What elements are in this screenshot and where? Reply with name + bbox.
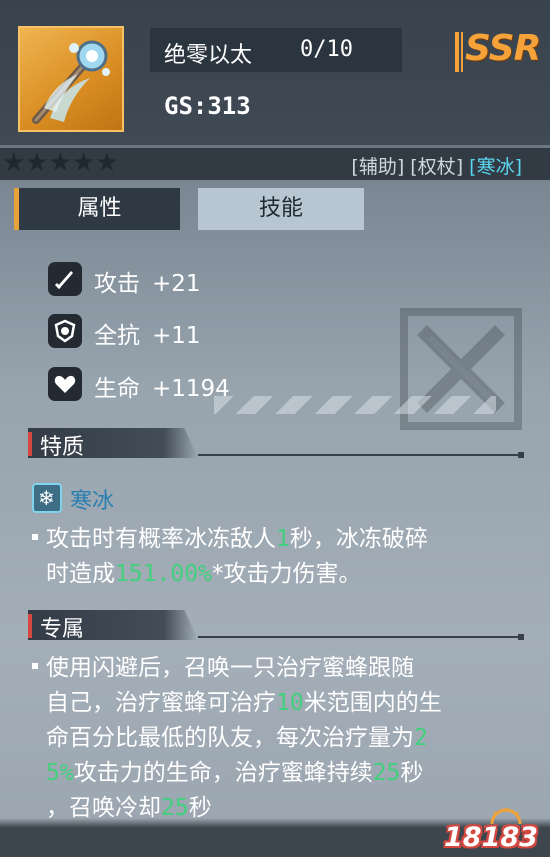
- exclusive-section-title: 专属: [40, 617, 85, 642]
- trait-text-d: *攻击力伤害。: [211, 561, 362, 587]
- trait-text-c: 时造成: [46, 561, 115, 587]
- exclusive-heal-percent-a: 2: [414, 725, 428, 751]
- trait-text-a: 攻击时有概率冰冻敌人: [46, 526, 276, 552]
- trait-section-header: 特质: [28, 428, 524, 460]
- item-header: 绝零以太 0/10 GS:313 SSR: [0, 0, 550, 145]
- stat-attack-label: 攻击: [94, 271, 140, 297]
- stat-resistance-value: +11: [152, 323, 201, 349]
- tag-ice: [寒冰]: [469, 156, 522, 178]
- trait-section-title: 特质: [40, 435, 85, 460]
- weapon-thumbnail[interactable]: [18, 26, 124, 132]
- stat-attack-value: +21: [152, 271, 201, 297]
- item-name: 绝零以太: [164, 43, 253, 68]
- site-watermark-logo: 18183: [440, 808, 540, 854]
- trait-line-1: 攻击时有概率冰冻敌人1秒，冰冻破碎: [32, 522, 428, 557]
- stat-health-text: 生命 +1194: [94, 369, 230, 403]
- item-name-bar: 绝零以太 0/10: [150, 28, 402, 72]
- section-accent: [28, 614, 32, 638]
- exclusive-text-4a: 攻击力的生命，治疗蜜蜂持续: [73, 760, 373, 786]
- tab-skills[interactable]: 技能: [198, 188, 364, 230]
- item-detail-panel: 绝零以太 0/10 GS:313 SSR ★★★★★ [辅助] [权杖] [寒冰…: [0, 0, 550, 857]
- section-divider-end: [518, 452, 524, 458]
- stat-health-label: 生命: [94, 376, 140, 402]
- exclusive-description: 使用闪避后，召唤一只治疗蜜蜂跟随 自己，治疗蜜蜂可治疗10米范围内的生 命百分比…: [32, 651, 442, 826]
- star-rating: ★★★★★: [2, 148, 119, 178]
- stat-health-value: +1194: [152, 376, 230, 402]
- trait-description: 攻击时有概率冰冻敌人1秒，冰冻破碎 时造成151.00%*攻击力伤害。: [32, 522, 428, 592]
- exclusive-text-2a: 自己，治疗蜜蜂可治疗: [46, 690, 276, 716]
- heart-icon: [48, 367, 82, 401]
- rarity-bar-left: [455, 32, 459, 72]
- exclusive-text-1: 使用闪避后，召唤一只治疗蜜蜂跟随: [46, 655, 414, 681]
- tag-staff: [权杖]: [410, 156, 464, 178]
- stat-attack-text: 攻击 +21: [94, 264, 201, 298]
- detail-tabs: 属性 技能: [14, 188, 364, 230]
- exclusive-text-2b: 米范围内的生: [303, 690, 442, 716]
- stat-resistance-label: 全抗: [94, 323, 140, 349]
- rarity-badge: SSR: [455, 28, 541, 76]
- bullet: [32, 662, 38, 669]
- resistance-icon: [48, 314, 82, 348]
- item-tags: [辅助] [权杖] [寒冰]: [351, 152, 522, 179]
- bullet: [32, 533, 38, 540]
- trait-text-b: 秒，冰冻破碎: [289, 526, 428, 552]
- exclusive-text-3a: 命百分比最低的队友，每次治疗量为: [46, 725, 414, 751]
- hazard-stripes: [214, 396, 496, 414]
- section-accent: [28, 432, 32, 456]
- trait-element-name: 寒冰: [70, 489, 115, 514]
- exclusive-duration: 25: [372, 760, 401, 786]
- rarity-text: SSR: [465, 28, 541, 69]
- snowflake-icon: ❄: [32, 483, 62, 513]
- tag-support: [辅助]: [351, 156, 405, 178]
- trait-line-2: 时造成151.00%*攻击力伤害。: [32, 557, 428, 592]
- exclusive-line-4: 5%攻击力的生命，治疗蜜蜂持续25秒: [32, 756, 442, 791]
- exclusive-range: 10: [276, 690, 304, 716]
- exclusive-section-header: 专属: [28, 610, 524, 642]
- item-level: 0/10: [300, 37, 353, 62]
- star-row: ★★★★★ [辅助] [权杖] [寒冰]: [0, 148, 550, 180]
- sword-icon: [48, 262, 82, 296]
- section-divider: [198, 636, 524, 638]
- exclusive-line-3: 命百分比最低的队友，每次治疗量为2: [32, 721, 442, 756]
- section-divider-end: [518, 634, 524, 640]
- exclusive-line-1: 使用闪避后，召唤一只治疗蜜蜂跟随: [32, 651, 442, 686]
- watermark-text: 18183: [444, 822, 538, 853]
- trait-damage-percent: 151.00%: [115, 561, 212, 587]
- tab-attributes[interactable]: 属性: [14, 188, 180, 230]
- exclusive-text-4b: 秒: [400, 760, 424, 786]
- section-divider: [198, 454, 524, 456]
- rarity-bar-inner: [461, 32, 463, 72]
- exclusive-line-2: 自己，治疗蜜蜂可治疗10米范围内的生: [32, 686, 442, 721]
- exclusive-heal-percent-b: 5%: [46, 760, 74, 786]
- stat-resistance-text: 全抗 +11: [94, 316, 201, 350]
- gear-score: GS:313: [164, 92, 251, 120]
- trait-freeze-seconds: 1: [276, 526, 290, 552]
- staff-icon: [32, 40, 110, 124]
